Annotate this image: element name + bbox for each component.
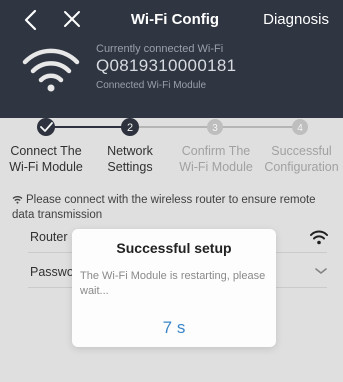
back-chevron-icon[interactable] [20, 8, 42, 32]
header: Wi-Fi Config Diagnosis Currently connect… [0, 0, 343, 118]
dialog-title: Successful setup [116, 240, 232, 256]
diagnosis-button[interactable]: Diagnosis [263, 11, 329, 28]
module-label: Connected Wi-Fi Module [96, 80, 207, 91]
wifi-icon [22, 48, 80, 92]
wifi-ssid: Q0819310000181 [96, 56, 237, 75]
success-dialog: Successful setup The Wi-Fi Module is res… [72, 229, 276, 347]
nav-bar: Wi-Fi Config Diagnosis [0, 0, 343, 40]
connected-wifi-label: Currently connected Wi-Fi [96, 43, 224, 55]
page-title: Wi-Fi Config [130, 11, 220, 28]
close-icon[interactable] [62, 9, 82, 29]
countdown-timer: 7 s [162, 318, 186, 337]
dialog-message: The Wi-Fi Module is restarting, please w… [80, 270, 266, 297]
